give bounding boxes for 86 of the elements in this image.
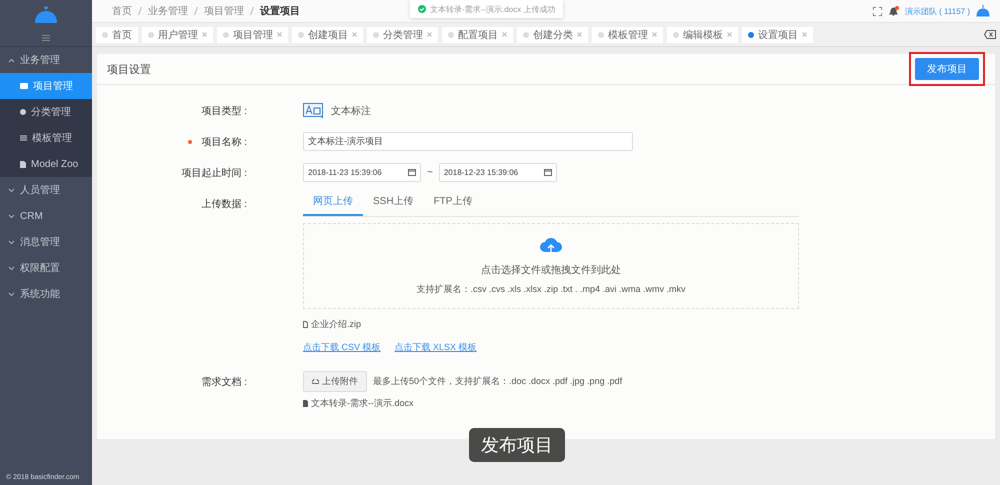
close-all-icon[interactable] [984,30,996,39]
page-tab[interactable]: 分类管理 [367,26,438,42]
page-tab[interactable]: 首页 [96,26,138,42]
close-icon[interactable] [352,32,357,37]
calendar-icon [408,169,416,176]
close-icon[interactable] [502,32,507,37]
close-icon[interactable] [577,32,582,37]
chevron-down-icon [8,292,15,296]
upload-tab[interactable]: FTP上传 [424,188,482,216]
page-tab[interactable]: 编辑模板 [667,26,738,42]
upload-attachment-button[interactable]: 上传附件 [303,371,367,392]
page-tab[interactable]: 设置项目 [742,26,813,42]
project-type-text: 文本标注 [331,104,371,118]
text-annotation-icon [303,102,325,118]
file-icon [303,321,308,328]
chevron-down-icon [8,266,15,270]
drop-zone[interactable]: 点击选择文件或拖拽文件到此处 支持扩展名：.csv .cvs .xls .xlsx .zip .txt . .mp4 .avi .wma .wmv .mkv [303,223,799,309]
file-name[interactable]: 文本转录-需求--演示.docx [311,397,414,410]
close-icon[interactable] [727,32,732,37]
end-date-field[interactable]: 2018-12-23 15:39:06 [438,163,557,182]
file-icon [303,400,308,407]
form-label: 项目名称 : [188,126,247,157]
template-link[interactable]: 点击下载 XLSX 模板 [394,341,477,354]
template-link[interactable]: 点击下载 CSV 模板 [303,341,381,354]
card-icon [20,83,28,89]
bell-icon[interactable] [888,6,899,16]
calendar-icon [544,169,552,176]
breadcrumb-item: 设置项目 [260,4,300,18]
page-tab[interactable]: 项目管理 [217,26,288,42]
page-tab[interactable]: 创建项目 [292,26,363,42]
form-label: 上传数据 : [201,198,247,212]
upload-tab[interactable]: SSH上传 [363,188,424,216]
chevron-down-icon [8,188,15,192]
close-icon[interactable] [802,32,807,37]
dot-icon [20,109,26,115]
fullscreen-icon[interactable] [872,6,882,16]
breadcrumb-item[interactable]: 业务管理 [148,4,188,18]
drop-hint: 点击选择文件或拖拽文件到此处 [481,264,621,276]
form-label: 项目起止时间 : [181,166,247,180]
sidebar-group[interactable]: 业务管理 [0,47,92,73]
sidebar-group[interactable]: 系统功能 [0,281,92,307]
sidebar-group[interactable]: CRM [0,203,92,229]
sidebar-group[interactable]: 权限配置 [0,255,92,281]
close-icon[interactable] [277,32,282,37]
sidebar-group[interactable]: 消息管理 [0,229,92,255]
sidebar-group[interactable]: 人员管理 [0,177,92,203]
menu-icon[interactable] [42,35,50,41]
sidebar-item[interactable]: 模板管理 [0,125,92,151]
page-tab[interactable]: 创建分类 [517,26,588,42]
close-icon[interactable] [427,32,432,37]
sidebar-item[interactable]: 项目管理 [0,73,92,99]
check-circle-icon [418,5,426,13]
form-label: 项目类型 : [201,104,247,118]
breadcrumb-item[interactable]: 首页 [112,4,132,18]
upload-tab[interactable]: 网页上传 [303,188,363,216]
page-tab[interactable]: 用户管理 [142,26,213,42]
sidebar-item[interactable]: Model Zoo [0,151,92,177]
breadcrumb-separator-icon [250,7,254,15]
project-name-field[interactable]: 文本标注-演示项目 [303,132,633,151]
attachment-hint: 最多上传50个文件，支持扩展名：.doc .docx .pdf .jpg .png .pdf [373,375,622,388]
avatar-icon[interactable] [976,5,990,17]
sidebar-item[interactable]: 分类管理 [0,99,92,125]
toast-message: 文本转录-需求--演示.docx 上传成功 [430,4,556,14]
start-date-field[interactable]: 2018-11-23 15:39:06 [303,163,421,182]
close-icon[interactable] [202,32,207,37]
extensions-hint: 支持扩展名：.csv .cvs .xls .xlsx .zip .txt . .mp4 .avi .wma .wmv .mkv [416,282,686,296]
range-separator: ~ [427,167,433,178]
document-icon [20,160,26,168]
list-icon [20,135,27,141]
cloud-icon [312,379,319,384]
user-menu[interactable]: 演示团队 ( 11157 ) [904,6,970,16]
page-tab[interactable]: 模板管理 [592,26,663,42]
form-label: 需求文档 : [201,376,247,390]
close-icon[interactable] [652,32,657,37]
panel-title: 项目设置 [107,62,151,76]
publish-button[interactable]: 发布项目 [915,58,979,80]
breadcrumb-item[interactable]: 项目管理 [204,4,244,18]
video-caption: 发布项目 [469,428,565,462]
breadcrumb-separator-icon [138,7,142,15]
chevron-down-icon [8,240,15,244]
chevron-down-icon [8,214,15,218]
logo-icon [34,6,58,24]
chevron-up-icon [8,58,15,62]
file-name[interactable]: 企业介绍.zip [311,318,362,331]
page-tab[interactable]: 配置项目 [442,26,513,42]
breadcrumb-separator-icon [194,7,198,15]
